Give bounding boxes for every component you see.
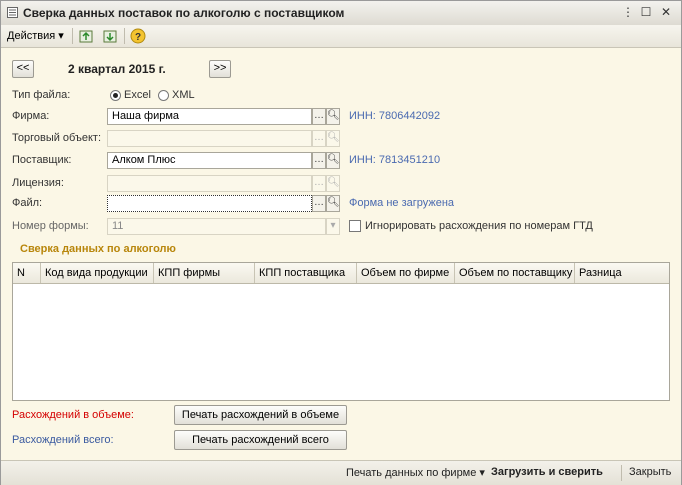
file-select-button[interactable]: … [312,195,326,212]
print-firm-data-menu[interactable]: Печать данных по фирме ▾ [346,466,485,479]
window-title: Сверка данных поставок по алкоголю с пос… [23,6,345,20]
col-supplier-volume[interactable]: Объем по поставщику [455,263,575,283]
supplier-search-icon[interactable]: 🔍︎ [326,152,340,169]
col-n[interactable]: N [13,263,41,283]
firm-search-icon[interactable]: 🔍︎ [326,108,340,125]
period-label: 2 квартал 2015 г. [68,62,166,76]
toolbar-divider [72,28,73,44]
xml-radio-label: XML [172,89,195,101]
ignore-gtd-label: Игнорировать расхождения по номерам ГТД [365,220,593,232]
reconciliation-table[interactable]: N Код вида продукции КПП фирмы КПП поста… [12,262,670,401]
supplier-inn: ИНН: 7813451210 [349,154,441,166]
next-period-button[interactable]: >> [209,60,231,78]
firm-select-button[interactable]: … [312,108,326,125]
trade-object-label: Торговый объект: [12,132,102,144]
supplier-label: Поставщик: [12,154,72,166]
col-firm-volume[interactable]: Объем по фирме [357,263,455,283]
volume-discrepancies-label: Расхождений в объеме: [12,409,134,421]
ignore-gtd-checkbox[interactable] [349,220,361,232]
xml-radio[interactable] [158,90,169,101]
file-field[interactable] [107,195,312,212]
toolbar: Действия ▾ ? [1,25,681,48]
chevron-down-icon[interactable]: ▾ [326,218,340,235]
print-firm-data-label: Печать данных по фирме [346,467,477,479]
license-select-button[interactable]: … [312,175,326,192]
trade-object-field[interactable] [107,130,312,147]
form-number-select[interactable]: 11 [107,218,326,235]
total-discrepancies-label: Расхождений всего: [12,434,114,446]
footer-divider [621,465,622,481]
trade-object-select-button[interactable]: … [312,130,326,147]
main-window: Сверка данных поставок по алкоголю с пос… [0,0,682,485]
close-button[interactable]: Закрыть [629,466,671,478]
form-number-label: Номер формы: [12,220,89,232]
firm-label: Фирма: [12,110,50,122]
trade-object-search-icon[interactable]: 🔍︎ [326,130,340,147]
footer-bar: Печать данных по фирме ▾ Загрузить и све… [1,460,681,485]
print-total-discrepancies-button[interactable]: Печать расхождений всего [174,430,347,450]
file-label: Файл: [12,197,43,209]
col-difference[interactable]: Разница [575,263,669,283]
file-status: Форма не загружена [349,197,455,209]
restore-icon[interactable]: ☐ [639,5,653,19]
download-icon[interactable] [102,28,118,44]
section-title: Сверка данных по алкоголю [20,243,176,255]
form-icon [7,7,18,18]
firm-field[interactable]: Наша фирма [107,108,312,125]
prev-period-button[interactable]: << [12,60,34,78]
help-icon[interactable]: ? [130,28,146,44]
excel-radio-label: Excel [124,89,151,101]
firm-inn: ИНН: 7806442092 [349,110,441,122]
license-search-icon[interactable]: 🔍︎ [326,175,340,192]
license-label: Лицензия: [12,177,64,189]
table-header: N Код вида продукции КПП фирмы КПП поста… [13,263,669,284]
col-supplier-kpp[interactable]: КПП поставщика [255,263,357,283]
file-search-icon[interactable]: 🔍︎ [326,195,340,212]
print-volume-discrepancies-button[interactable]: Печать расхождений в объеме [174,405,347,425]
actions-menu[interactable]: Действия ▾ [7,29,64,42]
toolbar-divider [124,28,125,44]
actions-label: Действия [7,30,56,42]
upload-icon[interactable] [78,28,94,44]
supplier-select-button[interactable]: … [312,152,326,169]
title-bar: Сверка данных поставок по алкоголю с пос… [1,1,681,26]
col-firm-kpp[interactable]: КПП фирмы [154,263,255,283]
load-and-compare-button[interactable]: Загрузить и сверить [491,466,603,478]
col-product-code[interactable]: Код вида продукции [41,263,154,283]
supplier-field[interactable]: Алком Плюс [107,152,312,169]
license-field[interactable] [107,175,312,192]
svg-text:?: ? [135,32,141,43]
more-icon[interactable]: ⋮ [621,5,635,19]
excel-radio[interactable] [110,90,121,101]
close-icon[interactable]: ✕ [659,5,673,19]
file-type-label: Тип файла: [12,89,71,101]
